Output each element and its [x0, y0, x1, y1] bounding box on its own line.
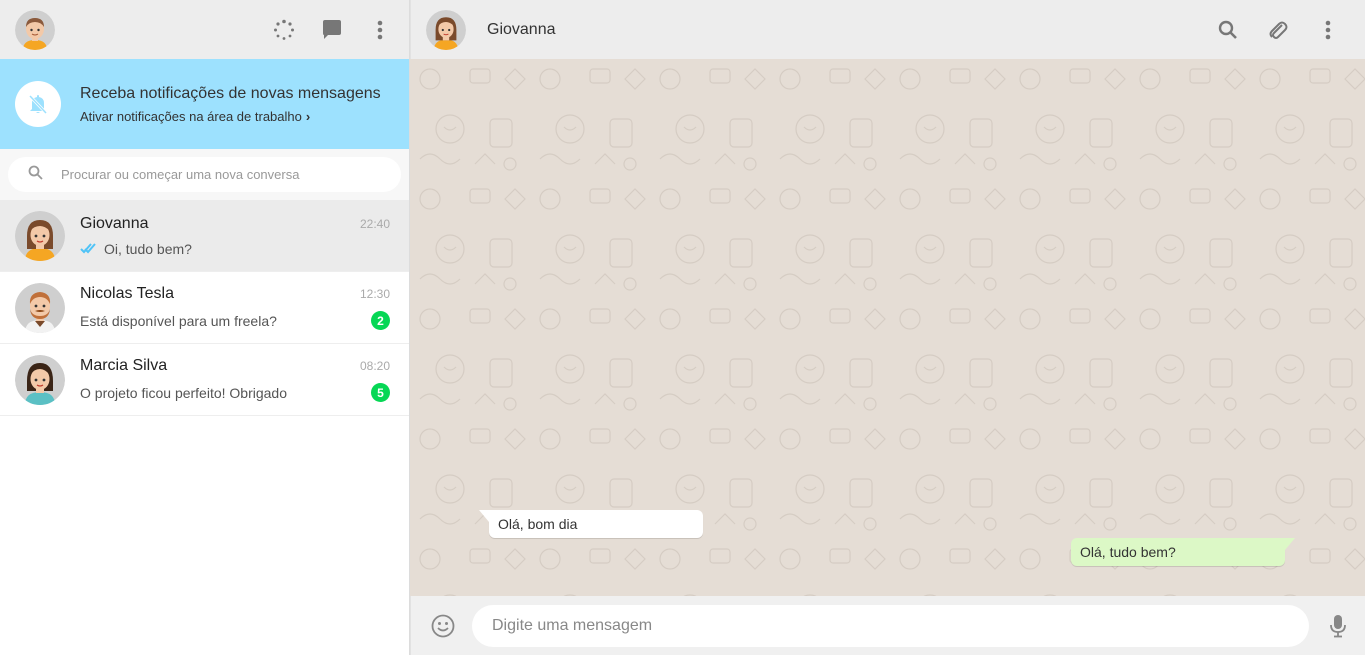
user-avatar[interactable] [15, 9, 55, 50]
message-text: Olá, tudo bem? [1080, 544, 1176, 560]
sidebar: Receba notificações de novas mensagens A… [0, 0, 410, 655]
chat-time: 08:20 [359, 359, 390, 373]
message-input-box[interactable] [472, 604, 1309, 647]
search-bar [0, 149, 409, 200]
chat-last-message: Oi, tudo bem? [104, 240, 192, 257]
conversation-panel: Giovanna Olá, bom dia Olá, tudo bem? Dig… [410, 0, 1365, 655]
conversation-header: Giovanna [410, 0, 1365, 59]
new-chat-icon[interactable] [320, 18, 344, 42]
search-input[interactable] [61, 167, 361, 182]
contact-name[interactable]: Giovanna [487, 21, 556, 39]
chat-last-message: O projeto ficou perfeito! Obrigado [80, 384, 288, 401]
message-composer [410, 596, 1365, 655]
unread-badge: 5 [371, 383, 390, 402]
message-text: Olá, bom dia [498, 516, 578, 532]
notification-banner: Receba notificações de novas mensagens A… [0, 59, 409, 149]
chat-time: 22:40 [359, 216, 390, 231]
app-window: Receba notificações de novas mensagens A… [0, 0, 1365, 655]
notification-title: Receba notificações de novas mensagens [80, 84, 381, 102]
message-incoming: Olá, bom dia [479, 510, 703, 538]
attach-icon[interactable] [1266, 18, 1290, 42]
enable-notifications-link[interactable]: Ativar notificações na área de trabalho … [80, 109, 381, 124]
chat-item-marcia-silva[interactable]: Marcia Silva 08:20 O projeto ficou perfe… [0, 344, 409, 416]
avatar [15, 282, 65, 333]
search-icon[interactable] [1216, 18, 1240, 42]
notification-link-label: Ativar notificações na área de trabalho [80, 108, 302, 124]
menu-icon[interactable] [368, 18, 392, 42]
chat-name: Marcia Silva [80, 357, 168, 374]
message-input[interactable] [492, 616, 1309, 635]
chat-item-nicolas-tesla[interactable]: Nicolas Tesla 12:30 Está disponível para… [0, 272, 409, 344]
unread-badge: 2 [371, 311, 390, 330]
sidebar-header [0, 0, 409, 59]
chat-item-giovanna[interactable]: Giovanna 22:40 Oi, tudo bem? [0, 200, 409, 272]
avatar [15, 354, 65, 405]
message-area[interactable]: Olá, bom dia Olá, tudo bem? [410, 59, 1365, 596]
chat-last-message: Está disponível para um freela? [80, 312, 277, 329]
bell-off-icon [15, 81, 61, 127]
chevron-right-icon: › [305, 108, 311, 124]
microphone-icon[interactable] [1326, 614, 1350, 638]
read-tick-icon [80, 242, 96, 256]
avatar [15, 210, 65, 261]
contact-avatar[interactable] [426, 9, 466, 50]
search-icon [28, 165, 43, 185]
chat-name: Nicolas Tesla [80, 285, 174, 302]
message-outgoing: Olá, tudo bem? [1071, 538, 1295, 566]
search-box[interactable] [8, 157, 401, 192]
status-icon[interactable] [272, 18, 296, 42]
emoji-icon[interactable] [431, 614, 455, 638]
chat-name: Giovanna [80, 214, 149, 232]
menu-icon[interactable] [1316, 18, 1340, 42]
chat-time: 12:30 [359, 287, 390, 301]
chat-list: Giovanna 22:40 Oi, tudo bem? Nicolas Tes… [0, 200, 409, 655]
